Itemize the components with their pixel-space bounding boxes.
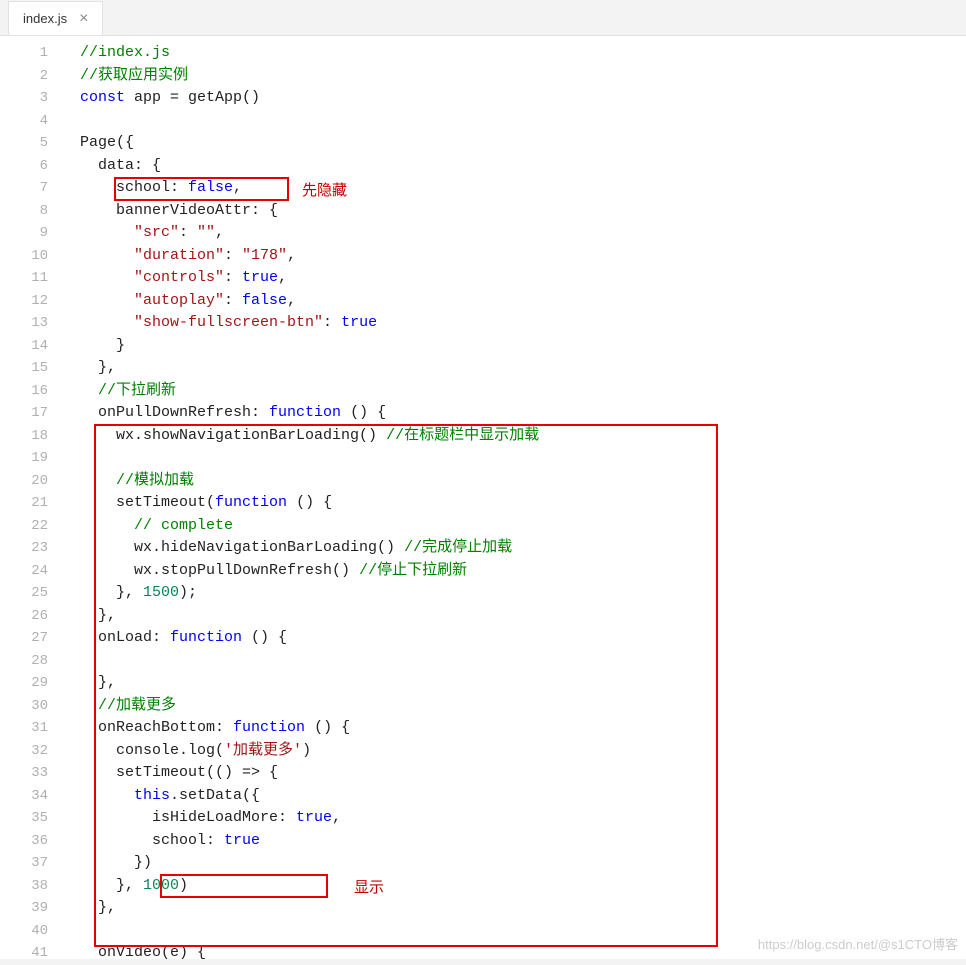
- code-line[interactable]: "duration": "178",: [80, 245, 966, 268]
- code-line[interactable]: //index.js: [80, 42, 966, 65]
- line-number: 37: [0, 852, 48, 875]
- line-number: 18: [0, 425, 48, 448]
- code-line[interactable]: [80, 650, 966, 673]
- line-number: 7: [0, 177, 48, 200]
- line-number: 9: [0, 222, 48, 245]
- line-number: 34: [0, 785, 48, 808]
- code-line[interactable]: //获取应用实例: [80, 65, 966, 88]
- line-number: 31: [0, 717, 48, 740]
- line-number: 11: [0, 267, 48, 290]
- code-line[interactable]: "src": "",: [80, 222, 966, 245]
- code-line[interactable]: onLoad: function () {: [80, 627, 966, 650]
- line-number: 28: [0, 650, 48, 673]
- line-number: 38: [0, 875, 48, 898]
- code-line[interactable]: },: [80, 357, 966, 380]
- tab-index-js[interactable]: index.js ×: [8, 1, 103, 35]
- code-line[interactable]: wx.showNavigationBarLoading() //在标题栏中显示加…: [80, 425, 966, 448]
- line-number: 26: [0, 605, 48, 628]
- code-line[interactable]: isHideLoadMore: true,: [80, 807, 966, 830]
- code-editor[interactable]: 1234567891011121314151617181920212223242…: [0, 36, 966, 959]
- line-number: 5: [0, 132, 48, 155]
- line-number: 33: [0, 762, 48, 785]
- code-line[interactable]: }: [80, 335, 966, 358]
- code-line[interactable]: //加载更多: [80, 695, 966, 718]
- code-line[interactable]: setTimeout(() => {: [80, 762, 966, 785]
- code-content[interactable]: //index.js//获取应用实例const app = getApp() Pa…: [62, 36, 966, 959]
- code-line[interactable]: onPullDownRefresh: function () {: [80, 402, 966, 425]
- code-line[interactable]: }): [80, 852, 966, 875]
- code-line[interactable]: [80, 447, 966, 470]
- line-number: 40: [0, 920, 48, 943]
- code-line[interactable]: },: [80, 672, 966, 695]
- line-number: 20: [0, 470, 48, 493]
- line-number: 27: [0, 627, 48, 650]
- line-number: 3: [0, 87, 48, 110]
- code-line[interactable]: }, 1500);: [80, 582, 966, 605]
- code-line[interactable]: onReachBottom: function () {: [80, 717, 966, 740]
- line-number: 17: [0, 402, 48, 425]
- code-line[interactable]: school: false,: [80, 177, 966, 200]
- line-number: 19: [0, 447, 48, 470]
- line-number: 21: [0, 492, 48, 515]
- line-number: 35: [0, 807, 48, 830]
- watermark: https://blog.csdn.net/@s1CTO博客: [758, 934, 958, 953]
- line-number: 24: [0, 560, 48, 583]
- line-number-gutter: 1234567891011121314151617181920212223242…: [0, 36, 62, 959]
- line-number: 6: [0, 155, 48, 178]
- line-number: 39: [0, 897, 48, 920]
- code-line[interactable]: data: {: [80, 155, 966, 178]
- tab-bar: index.js ×: [0, 0, 966, 36]
- line-number: 10: [0, 245, 48, 268]
- code-line[interactable]: },: [80, 897, 966, 920]
- line-number: 2: [0, 65, 48, 88]
- code-line[interactable]: school: true: [80, 830, 966, 853]
- code-line[interactable]: wx.hideNavigationBarLoading() //完成停止加载: [80, 537, 966, 560]
- line-number: 22: [0, 515, 48, 538]
- line-number: 30: [0, 695, 48, 718]
- line-number: 25: [0, 582, 48, 605]
- code-line[interactable]: // complete: [80, 515, 966, 538]
- line-number: 16: [0, 380, 48, 403]
- line-number: 4: [0, 110, 48, 133]
- line-number: 36: [0, 830, 48, 853]
- line-number: 15: [0, 357, 48, 380]
- code-line[interactable]: wx.stopPullDownRefresh() //停止下拉刷新: [80, 560, 966, 583]
- code-line[interactable]: this.setData({: [80, 785, 966, 808]
- line-number: 8: [0, 200, 48, 223]
- line-number: 13: [0, 312, 48, 335]
- line-number: 32: [0, 740, 48, 763]
- line-number: 12: [0, 290, 48, 313]
- close-icon[interactable]: ×: [79, 11, 88, 27]
- code-line[interactable]: //下拉刷新: [80, 380, 966, 403]
- line-number: 14: [0, 335, 48, 358]
- code-line[interactable]: console.log('加载更多'): [80, 740, 966, 763]
- code-line[interactable]: "show-fullscreen-btn": true: [80, 312, 966, 335]
- line-number: 23: [0, 537, 48, 560]
- line-number: 29: [0, 672, 48, 695]
- code-line[interactable]: "autoplay": false,: [80, 290, 966, 313]
- line-number: 1: [0, 42, 48, 65]
- code-line[interactable]: //模拟加载: [80, 470, 966, 493]
- code-line[interactable]: "controls": true,: [80, 267, 966, 290]
- code-line[interactable]: [80, 110, 966, 133]
- code-line[interactable]: setTimeout(function () {: [80, 492, 966, 515]
- tab-filename: index.js: [23, 11, 67, 26]
- code-line[interactable]: }, 1000): [80, 875, 966, 898]
- code-line[interactable]: const app = getApp(): [80, 87, 966, 110]
- line-number: 41: [0, 942, 48, 965]
- code-line[interactable]: bannerVideoAttr: {: [80, 200, 966, 223]
- code-line[interactable]: Page({: [80, 132, 966, 155]
- code-line[interactable]: },: [80, 605, 966, 628]
